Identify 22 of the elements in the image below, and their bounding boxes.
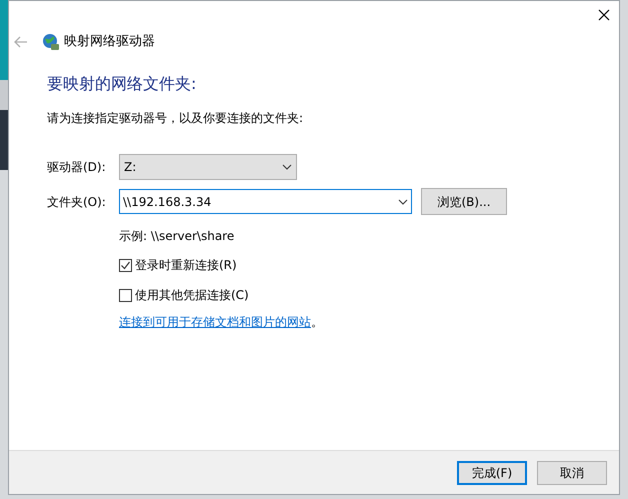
instruction-text: 请为连接指定驱动器号，以及你要连接的文件夹: — [47, 110, 304, 127]
dialog-button[interactable]: 完成(F) — [457, 460, 527, 484]
drive-dropdown[interactable]: Z: — [119, 154, 297, 180]
dialog-button[interactable]: 取消 — [537, 460, 607, 484]
drive-label: 驱动器(D): — [47, 159, 107, 176]
window-title: 映射网络驱动器 — [64, 33, 155, 52]
example-text: 示例: \\server\share — [119, 228, 236, 245]
chevron-down-icon — [398, 198, 408, 204]
website-link[interactable]: 连接到可用于存储文档和图片的网站 — [119, 313, 311, 331]
checkbox-label: 登录时重新连接(R) — [135, 257, 237, 274]
checkbox[interactable] — [119, 258, 132, 272]
section-heading: 要映射的网络文件夹: — [47, 73, 198, 95]
chevron-down-icon — [282, 164, 292, 170]
network-globe-icon — [42, 33, 60, 51]
folder-combobox[interactable]: \\192.168.3.34 — [119, 189, 412, 214]
browse-button[interactable]: 浏览(B)... — [421, 188, 507, 215]
folder-label: 文件夹(O): — [47, 194, 107, 210]
back-arrow-icon — [14, 36, 28, 48]
checkbox[interactable] — [119, 288, 132, 302]
close-icon — [598, 9, 610, 21]
link-period: 。 — [311, 314, 323, 331]
checkbox-label: 使用其他凭据连接(C) — [135, 287, 249, 304]
